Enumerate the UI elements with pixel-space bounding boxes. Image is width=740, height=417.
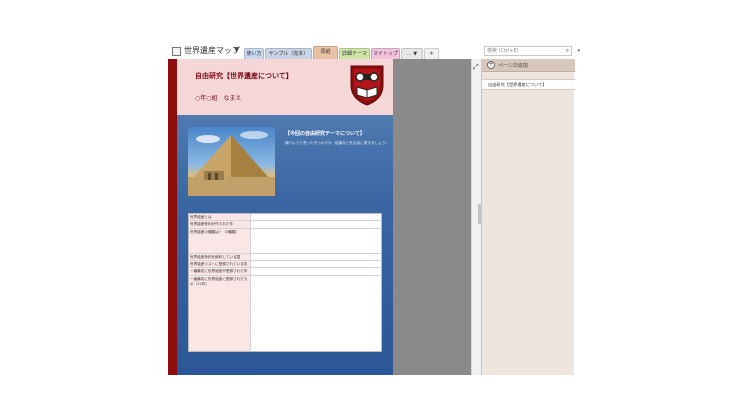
add-page-label: ページの追加 bbox=[498, 63, 528, 69]
table-row-label: 一番最初に世界遺産が登録された年 bbox=[189, 268, 251, 275]
search-scope-dropdown-icon[interactable]: ▾ bbox=[577, 47, 580, 55]
notebook-bar: 世界遺産マップ ▼ 使い方 サンプル（完本） 原紙 詳細テーマ マイトップ ..… bbox=[168, 44, 580, 59]
bullet-dash: - bbox=[254, 309, 256, 313]
bullet-dash: - bbox=[254, 291, 256, 295]
table-row-label: 世界遺産条約が作られた年 bbox=[189, 221, 251, 228]
section-tab-more[interactable]: ... ▼ bbox=[401, 48, 423, 59]
section-tab-my-top[interactable]: マイトップ bbox=[371, 48, 400, 59]
table-row-label: 世界遺産リストに登録されている件数 bbox=[189, 261, 251, 267]
table-row-label: 世界遺産とは bbox=[189, 214, 251, 220]
section-tab-new[interactable]: ＊ bbox=[424, 48, 439, 59]
research-table[interactable]: 世界遺産とは 世界遺産条約が作られた年 世界遺産の種類は？（3種類） - - -… bbox=[188, 213, 382, 352]
table-row[interactable]: 一番最初に世界遺産に登録されたもの（12件） - - - - - - - - -… bbox=[189, 276, 381, 351]
bullet-dash: - bbox=[254, 321, 256, 325]
search-icon[interactable]: ⌕ bbox=[566, 47, 569, 55]
notebook-dropdown-icon[interactable]: ▼ bbox=[234, 46, 239, 53]
bullet-dash: - bbox=[254, 231, 256, 235]
bullet-dash: - bbox=[254, 327, 256, 331]
page-left-margin bbox=[168, 59, 177, 375]
section-tab-howto[interactable]: 使い方 bbox=[244, 48, 264, 59]
table-row[interactable]: 世界遺産リストに登録されている件数 bbox=[189, 261, 381, 268]
theme-description[interactable]: 調べようと思ったきっかけや、結論などを自由に書きましょう！ bbox=[285, 141, 389, 146]
page-canvas[interactable]: 自由研究【世界遺産について】 ○年○組 なまえ 【今回の自由研究テーマについて】… bbox=[177, 59, 393, 375]
page-header: 自由研究【世界遺産について】 ○年○組 なまえ bbox=[177, 59, 393, 115]
bullet-dash: - bbox=[254, 333, 256, 337]
bullet-dash: - bbox=[254, 303, 256, 307]
expand-icon[interactable]: ⤢ bbox=[473, 63, 479, 72]
theme-heading[interactable]: 【今回の自由研究テーマについて】 bbox=[285, 130, 365, 137]
table-row[interactable]: 世界遺産条約を締約している国 bbox=[189, 254, 381, 261]
add-page-button[interactable]: + ページの追加 bbox=[482, 59, 575, 72]
bullet-dash: - bbox=[254, 297, 256, 301]
page-list-item[interactable]: 自由研究【世界遺産について】 bbox=[482, 79, 575, 90]
section-tab-detail-theme[interactable]: 詳細テーマ bbox=[339, 48, 370, 59]
table-row-value[interactable] bbox=[252, 214, 381, 220]
school-crest-icon bbox=[350, 65, 384, 106]
section-tab-original[interactable]: 原紙 bbox=[313, 46, 338, 59]
bullet-dash: - bbox=[254, 315, 256, 319]
bullet-dash: - bbox=[254, 237, 256, 241]
student-name-line[interactable]: ○年○組 なまえ bbox=[195, 93, 241, 102]
notebook-icon[interactable] bbox=[172, 47, 181, 56]
search-input[interactable]: 検索 (Ctrl+E) ⌕ ▾ bbox=[484, 46, 580, 56]
section-tab-sample[interactable]: サンプル（完本） bbox=[265, 48, 312, 59]
table-row-label: 一番最初に世界遺産に登録されたもの（12件） bbox=[189, 276, 251, 351]
page-gutter bbox=[393, 59, 481, 375]
table-row[interactable]: 世界遺産条約が作られた年 bbox=[189, 221, 381, 229]
bullet-dash: - bbox=[254, 285, 256, 289]
onenote-window: 世界遺産マップ ▼ 使い方 サンプル（完本） 原紙 詳細テーマ マイトップ ..… bbox=[168, 44, 580, 375]
search-placeholder: 検索 (Ctrl+E) bbox=[487, 48, 519, 54]
table-row[interactable]: 世界遺産とは bbox=[189, 214, 381, 221]
bullet-dash: - bbox=[254, 339, 256, 343]
bullet-dash: - bbox=[254, 279, 256, 283]
table-row[interactable]: 世界遺産の種類は？（3種類） - - - bbox=[189, 229, 381, 254]
bullet-dash: - bbox=[254, 243, 256, 247]
table-row-value[interactable]: - - - - - - - - - - - - bbox=[252, 276, 381, 351]
plus-circle-icon: + bbox=[487, 61, 495, 69]
bullet-dash: - bbox=[254, 345, 256, 349]
notebook-title[interactable]: 世界遺産マップ bbox=[184, 45, 240, 56]
pyramid-photo bbox=[188, 127, 275, 196]
table-row-value[interactable] bbox=[252, 221, 381, 228]
page-title[interactable]: 自由研究【世界遺産について】 bbox=[195, 71, 293, 81]
table-row-label: 世界遺産の種類は？（3種類） bbox=[189, 229, 251, 253]
table-row-value[interactable] bbox=[252, 261, 381, 267]
page-list-pane: + ページの追加 自由研究【世界遺産について】 bbox=[481, 59, 575, 375]
table-row-value[interactable] bbox=[252, 254, 381, 260]
table-row-label: 世界遺産条約を締約している国 bbox=[189, 254, 251, 260]
table-row[interactable]: 一番最初に世界遺産が登録された年 bbox=[189, 268, 381, 276]
table-row-value[interactable] bbox=[252, 268, 381, 275]
table-row-value[interactable]: - - - bbox=[252, 229, 381, 253]
